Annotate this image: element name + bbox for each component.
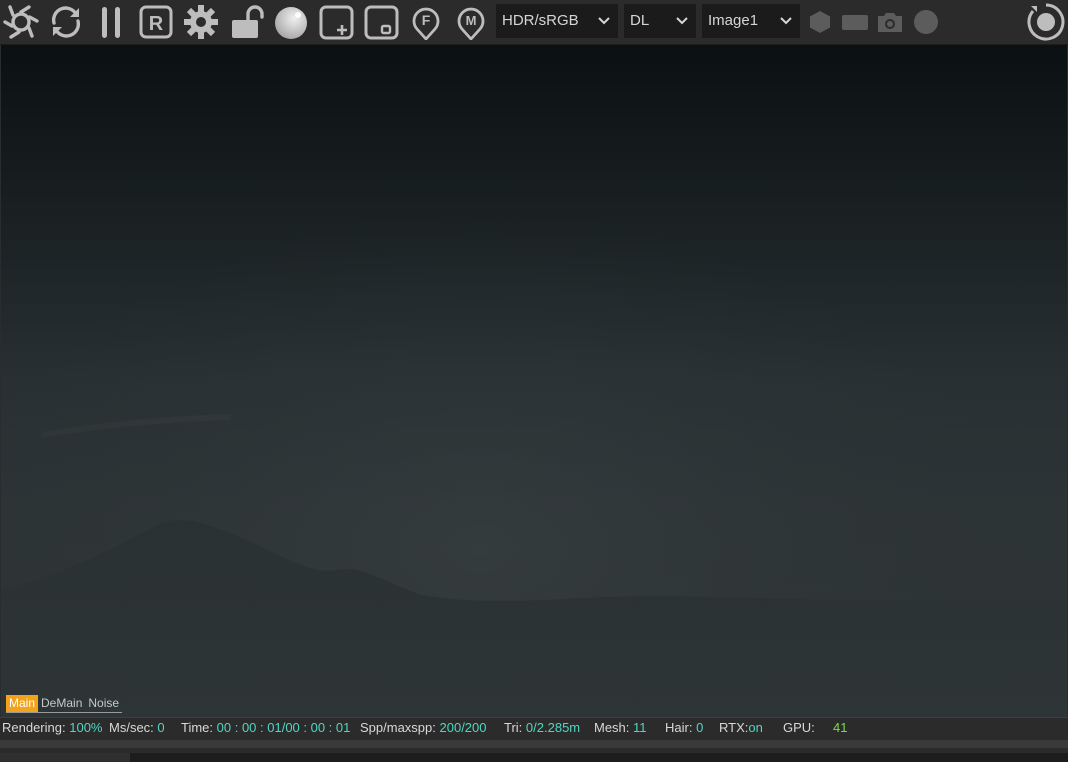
m-pin-icon[interactable]: M [452, 3, 490, 41]
svg-text:M: M [466, 13, 477, 28]
tab-main[interactable]: Main [6, 695, 39, 712]
image-value: Image1 [708, 12, 759, 29]
f-pin-icon[interactable]: F [407, 3, 445, 41]
rendering-value: 100% [69, 720, 103, 735]
mssec-label: Ms/sec: [109, 720, 154, 735]
focus-region-icon[interactable] [362, 3, 400, 41]
mesh-status: Mesh: 11 [594, 718, 647, 737]
rtx-label: RTX: [719, 720, 749, 735]
gear-icon[interactable] [182, 3, 220, 41]
rtx-status: RTX:on [719, 718, 763, 737]
mesh-label: Mesh: [594, 720, 630, 735]
chevron-down-icon [598, 4, 610, 38]
unlock-icon[interactable] [227, 3, 265, 41]
rendering-status: Rendering: 100% [2, 718, 102, 737]
aperture-icon[interactable] [2, 3, 40, 41]
svg-text:F: F [422, 12, 431, 28]
spp-value: 200/200 [439, 720, 487, 735]
mssec-status: Ms/sec: 0 [109, 718, 165, 737]
hair-value: 0 [696, 720, 704, 735]
image-select[interactable]: Image1 [702, 4, 800, 38]
render-pass-tabs: Main DeMain Noise [6, 695, 123, 713]
spp-status: Spp/maxspp: 200/200 [360, 718, 487, 737]
hair-label: Hair: [665, 720, 693, 735]
render-viewport[interactable] [1, 45, 1067, 717]
gpu-status: GPU: [783, 718, 815, 737]
kernel-value: DL [630, 12, 650, 29]
tab-noise[interactable]: Noise [85, 695, 122, 712]
chevron-down-icon [780, 4, 792, 38]
camera-icon[interactable] [871, 3, 909, 41]
gpu-value: 41 [833, 720, 848, 735]
color-space-value: HDR/sRGB [502, 12, 579, 29]
mesh-value: 11 [633, 720, 647, 735]
render-image [1, 45, 1067, 717]
hair-status: Hair: 0 [665, 718, 703, 737]
sphere-icon[interactable] [272, 3, 310, 41]
status-bar: Rendering: 100% Ms/sec: 0 Time: 00 : 00 … [0, 717, 1068, 738]
time-label: Time: [181, 720, 214, 735]
spp-label: Spp/maxspp: [360, 720, 436, 735]
tri-value: 0/2.285m [525, 720, 581, 735]
tri-label: Tri: [504, 720, 523, 735]
render-progress-track [0, 740, 1068, 748]
refresh-icon[interactable] [47, 3, 85, 41]
mssec-value: 0 [157, 720, 165, 735]
hexagon-icon[interactable] [801, 3, 839, 41]
gpu-value-wrap: 41 [833, 718, 847, 737]
time-value: 00 : 00 : 01/00 : 00 : 01 [216, 720, 351, 735]
color-space-select[interactable]: HDR/sRGB [496, 4, 618, 38]
toolbar: R F M HDR/sRGB DL Image1 [0, 0, 1068, 45]
rtx-value: on [748, 720, 763, 735]
time-status: Time: 00 : 00 : 01/00 : 00 : 01 [181, 718, 350, 737]
tri-status: Tri: 0/2.285m [504, 718, 580, 737]
tab-demain[interactable]: DeMain [38, 695, 85, 712]
horizontal-scrollbar[interactable] [0, 753, 1068, 762]
gpu-label: GPU: [783, 720, 815, 735]
circle-icon[interactable] [906, 3, 944, 41]
kernel-select[interactable]: DL [624, 4, 696, 38]
add-region-icon[interactable] [317, 3, 355, 41]
r-icon[interactable]: R [137, 3, 175, 41]
chevron-down-icon [676, 4, 688, 38]
svg-text:R: R [149, 13, 164, 35]
pause-icon[interactable] [92, 3, 130, 41]
octane-render-viewer: R F M HDR/sRGB DL Image1 Main DeMain Noi… [0, 0, 1068, 762]
rendering-label: Rendering: [2, 720, 66, 735]
target-icon[interactable] [1027, 3, 1065, 41]
rectangle-icon[interactable] [836, 3, 874, 41]
scrollbar-thumb[interactable] [0, 753, 130, 762]
bottom-strip [0, 738, 1068, 762]
